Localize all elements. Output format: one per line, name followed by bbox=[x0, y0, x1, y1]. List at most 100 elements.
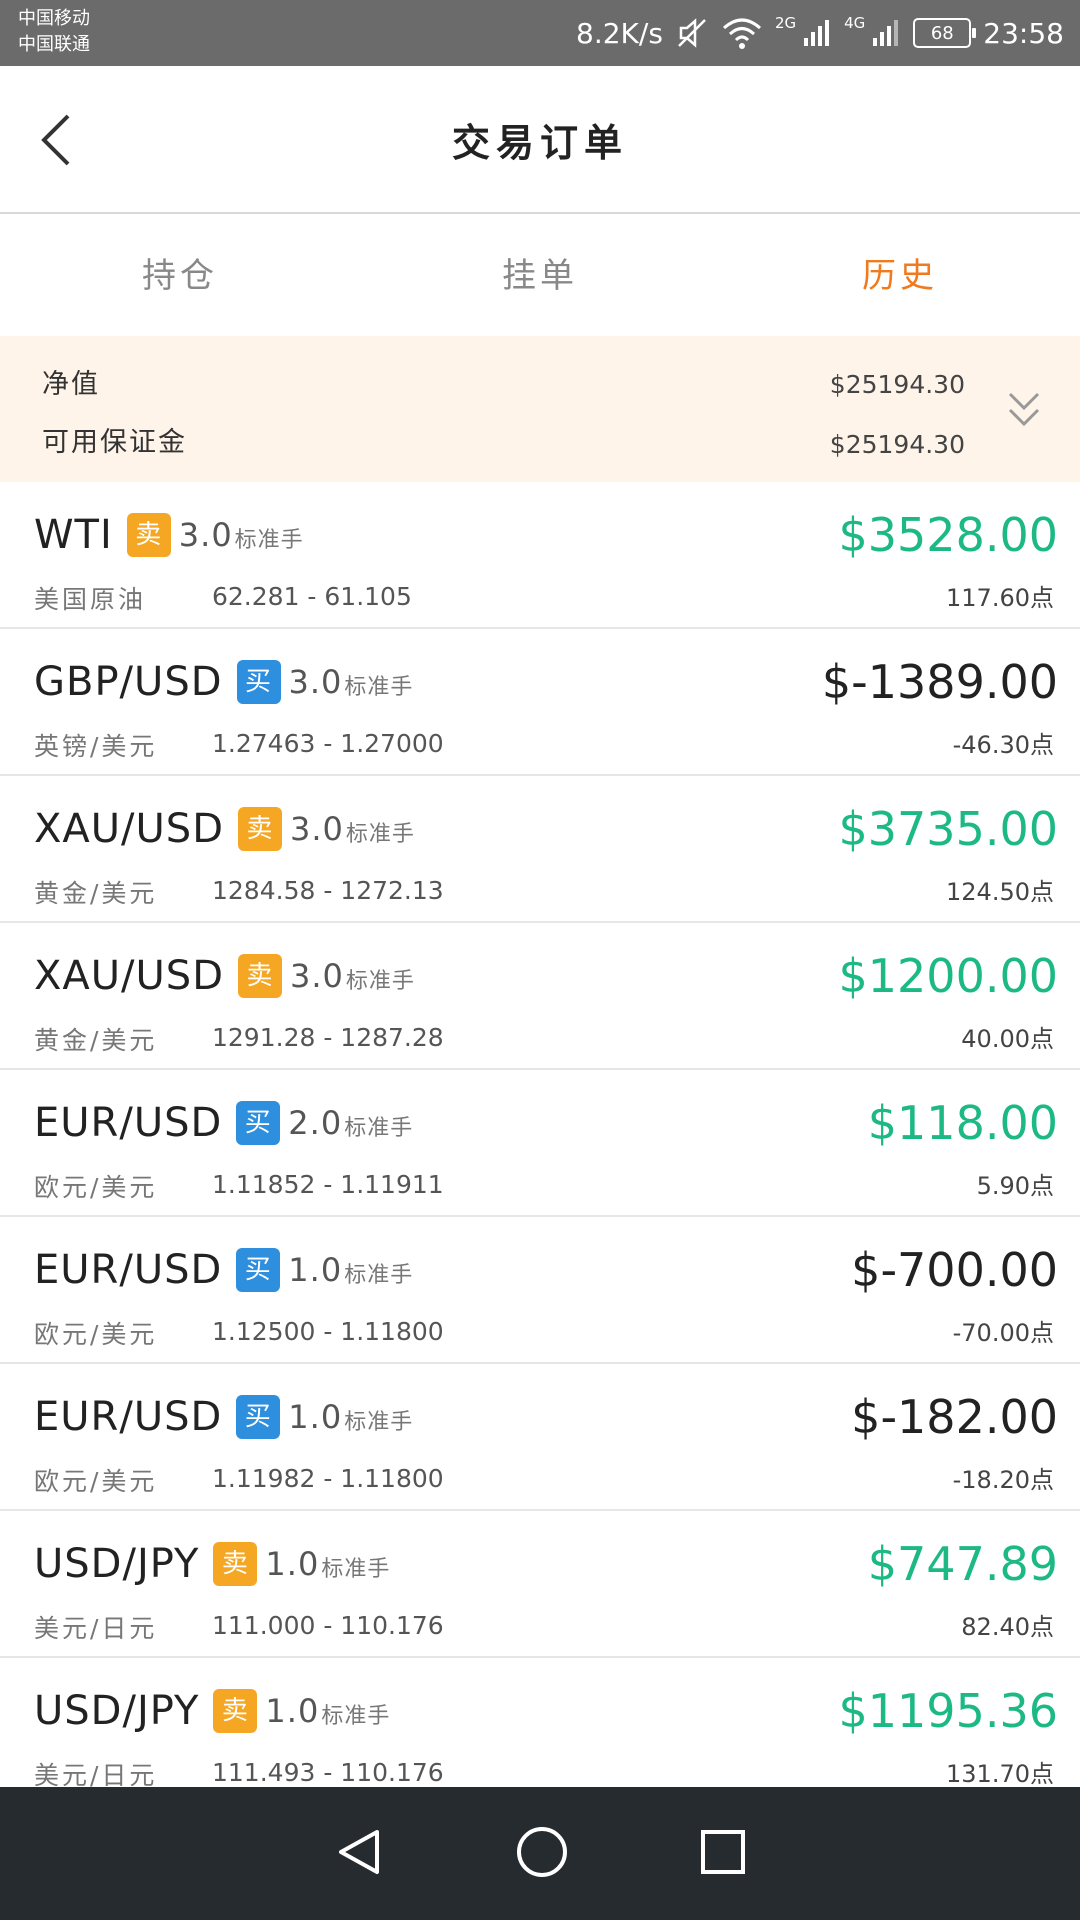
order-price-range: 1.12500 - 1.11800 bbox=[212, 1317, 444, 1346]
battery-level: 68 bbox=[930, 22, 954, 44]
battery-icon: 68 bbox=[913, 18, 977, 48]
order-symbol-line: EUR/USD 买 2.0 标准手 bbox=[34, 1100, 413, 1146]
order-points: 124.50点 bbox=[946, 878, 1054, 906]
order-instrument-name: 美国原油 bbox=[34, 585, 147, 614]
order-profit: $-700.00 bbox=[851, 1243, 1058, 1297]
order-instrument-name: 黄金/美元 bbox=[34, 1026, 158, 1055]
nav-home-icon bbox=[517, 1826, 567, 1877]
order-lot-unit: 标准手 bbox=[345, 822, 415, 847]
order-price-range: 1291.28 - 1287.28 bbox=[212, 1023, 444, 1052]
order-points: -46.30点 bbox=[952, 731, 1054, 759]
order-side-badge: 买 bbox=[236, 1101, 281, 1145]
order-profit: $118.00 bbox=[867, 1096, 1058, 1150]
system-nav-bar bbox=[0, 1787, 1080, 1920]
order-row[interactable]: EUR/USD 买 2.0 标准手 欧元/美元 1.11852 - 1.11911 $118… bbox=[0, 1070, 1080, 1217]
order-row[interactable]: EUR/USD 买 1.0 标准手 欧元/美元 1.12500 - 1.11800 $-70… bbox=[0, 1217, 1080, 1364]
available-margin-value: $25194.30 bbox=[829, 430, 965, 459]
net-value: $25194.30 bbox=[829, 370, 965, 399]
app-header: 交易订单 bbox=[0, 66, 1080, 214]
tab-positions[interactable]: 持仓 bbox=[0, 216, 360, 336]
carrier-1: 中国移动 bbox=[18, 8, 90, 29]
order-symbol-line: GBP/USD 买 3.0 标准手 bbox=[34, 659, 413, 705]
order-points: -70.00点 bbox=[952, 1319, 1054, 1347]
order-points: 40.00点 bbox=[961, 1025, 1054, 1053]
tab-history[interactable]: 历史 bbox=[720, 216, 1080, 336]
order-price-range: 1284.58 - 1272.13 bbox=[212, 876, 444, 905]
order-price-range: 62.281 - 61.105 bbox=[212, 582, 412, 611]
nav-recents-icon bbox=[701, 1829, 745, 1874]
order-lot-unit: 标准手 bbox=[344, 1410, 414, 1435]
order-lot: 3.0 bbox=[178, 516, 233, 554]
order-lot-unit: 标准手 bbox=[344, 1263, 414, 1288]
order-lot: 1.0 bbox=[265, 1692, 320, 1730]
net-value-label: 净值 bbox=[42, 369, 100, 400]
order-points: 117.60点 bbox=[946, 584, 1054, 612]
clock: 23:58 bbox=[983, 16, 1064, 50]
carrier-info: 中国移动 中国联通 bbox=[18, 6, 90, 58]
order-profit: $3528.00 bbox=[838, 508, 1059, 562]
order-symbol: EUR/USD bbox=[34, 1100, 223, 1146]
nav-recents-button[interactable] bbox=[699, 1828, 747, 1880]
order-lot-unit: 标准手 bbox=[344, 675, 414, 700]
order-row[interactable]: GBP/USD 买 3.0 标准手 英镑/美元 1.27463 - 1.27000 $-13… bbox=[0, 629, 1080, 776]
nav-back-button[interactable] bbox=[333, 1826, 385, 1882]
nav-back-icon bbox=[339, 1829, 379, 1874]
order-symbol: XAU/USD bbox=[34, 806, 224, 852]
order-instrument-name: 欧元/美元 bbox=[34, 1467, 158, 1496]
order-profit: $1200.00 bbox=[838, 949, 1059, 1003]
expand-chevrons-icon bbox=[1008, 392, 1040, 427]
page-title: 交易订单 bbox=[451, 121, 628, 165]
network-type-2: 4G bbox=[844, 14, 866, 32]
order-symbol-line: WTI 卖 3.0 标准手 bbox=[34, 512, 304, 558]
order-symbol: USD/JPY bbox=[34, 1541, 200, 1587]
order-symbol: USD/JPY bbox=[34, 1688, 200, 1734]
order-instrument-name: 欧元/美元 bbox=[34, 1173, 158, 1202]
order-lot: 2.0 bbox=[288, 1104, 343, 1142]
order-profit: $-1389.00 bbox=[821, 655, 1058, 709]
nav-home-button[interactable] bbox=[515, 1825, 569, 1883]
signal-icon-2 bbox=[871, 18, 901, 48]
order-row[interactable]: USD/JPY 卖 1.0 标准手 美元/日元 111.000 - 110.176 $747… bbox=[0, 1511, 1080, 1658]
order-price-range: 1.11852 - 1.11911 bbox=[212, 1170, 444, 1199]
tab-pending-orders[interactable]: 挂单 bbox=[360, 216, 720, 336]
order-side-badge: 买 bbox=[236, 1395, 281, 1439]
network-type-1: 2G bbox=[774, 14, 797, 32]
order-lot: 3.0 bbox=[290, 957, 344, 995]
order-row[interactable]: XAU/USD 卖 3.0 标准手 黄金/美元 1291.28 - 1287.28 $120… bbox=[0, 923, 1080, 1070]
order-lot: 1.0 bbox=[288, 1251, 343, 1289]
order-symbol-line: XAU/USD 卖 3.0 标准手 bbox=[34, 806, 415, 852]
order-price-range: 1.11982 - 1.11800 bbox=[212, 1464, 444, 1493]
order-lot: 1.0 bbox=[265, 1545, 320, 1583]
tab-bar: 持仓 挂单 历史 bbox=[0, 216, 1080, 336]
network-speed: 8.2K/s bbox=[576, 16, 663, 50]
order-row[interactable]: EUR/USD 买 1.0 标准手 欧元/美元 1.11982 - 1.11800 $-18… bbox=[0, 1364, 1080, 1511]
order-symbol-line: EUR/USD 买 1.0 标准手 bbox=[34, 1394, 413, 1440]
order-row[interactable]: USD/JPY 卖 1.0 标准手 美元/日元 111.493 - 110.176 $119… bbox=[0, 1658, 1080, 1805]
order-price-range: 111.493 - 110.176 bbox=[212, 1758, 444, 1787]
order-profit: $747.89 bbox=[867, 1537, 1058, 1591]
order-symbol: XAU/USD bbox=[34, 953, 224, 999]
order-symbol-line: USD/JPY 卖 1.0 标准手 bbox=[34, 1541, 390, 1587]
order-side-badge: 卖 bbox=[238, 807, 282, 851]
order-profit: $-182.00 bbox=[851, 1390, 1058, 1444]
order-symbol: EUR/USD bbox=[34, 1394, 223, 1440]
order-side-badge: 卖 bbox=[126, 513, 171, 557]
order-lot: 3.0 bbox=[290, 810, 344, 848]
order-instrument-name: 美元/日元 bbox=[34, 1614, 158, 1643]
mute-icon bbox=[675, 16, 709, 50]
order-side-badge: 卖 bbox=[238, 954, 282, 998]
account-summary: 净值 $25194.30 可用保证金 $25194.30 bbox=[0, 336, 1080, 482]
order-points: 131.70点 bbox=[946, 1760, 1054, 1788]
order-profit: $3735.00 bbox=[838, 802, 1059, 856]
status-bar: 中国移动 中国联通 8.2K/s 2G 4G 68 23:58 bbox=[0, 0, 1080, 66]
order-instrument-name: 英镑/美元 bbox=[34, 732, 158, 761]
order-lot-unit: 标准手 bbox=[234, 528, 304, 553]
order-profit: $1195.36 bbox=[838, 1684, 1059, 1738]
expand-summary-button[interactable] bbox=[1006, 390, 1042, 434]
order-lot: 3.0 bbox=[288, 663, 343, 701]
order-instrument-name: 黄金/美元 bbox=[34, 879, 158, 908]
order-row[interactable]: XAU/USD 卖 3.0 标准手黄金/美元 1284.58 - 1272.13 $373… bbox=[0, 776, 1080, 923]
order-row[interactable]: WTI 卖 3.0 标准手美国原油 62.281 - 61.105 $3528.00 117… bbox=[0, 482, 1080, 629]
order-symbol-line: USD/JPY 卖 1.0 标准手 bbox=[34, 1688, 390, 1734]
order-side-badge: 卖 bbox=[213, 1689, 258, 1733]
